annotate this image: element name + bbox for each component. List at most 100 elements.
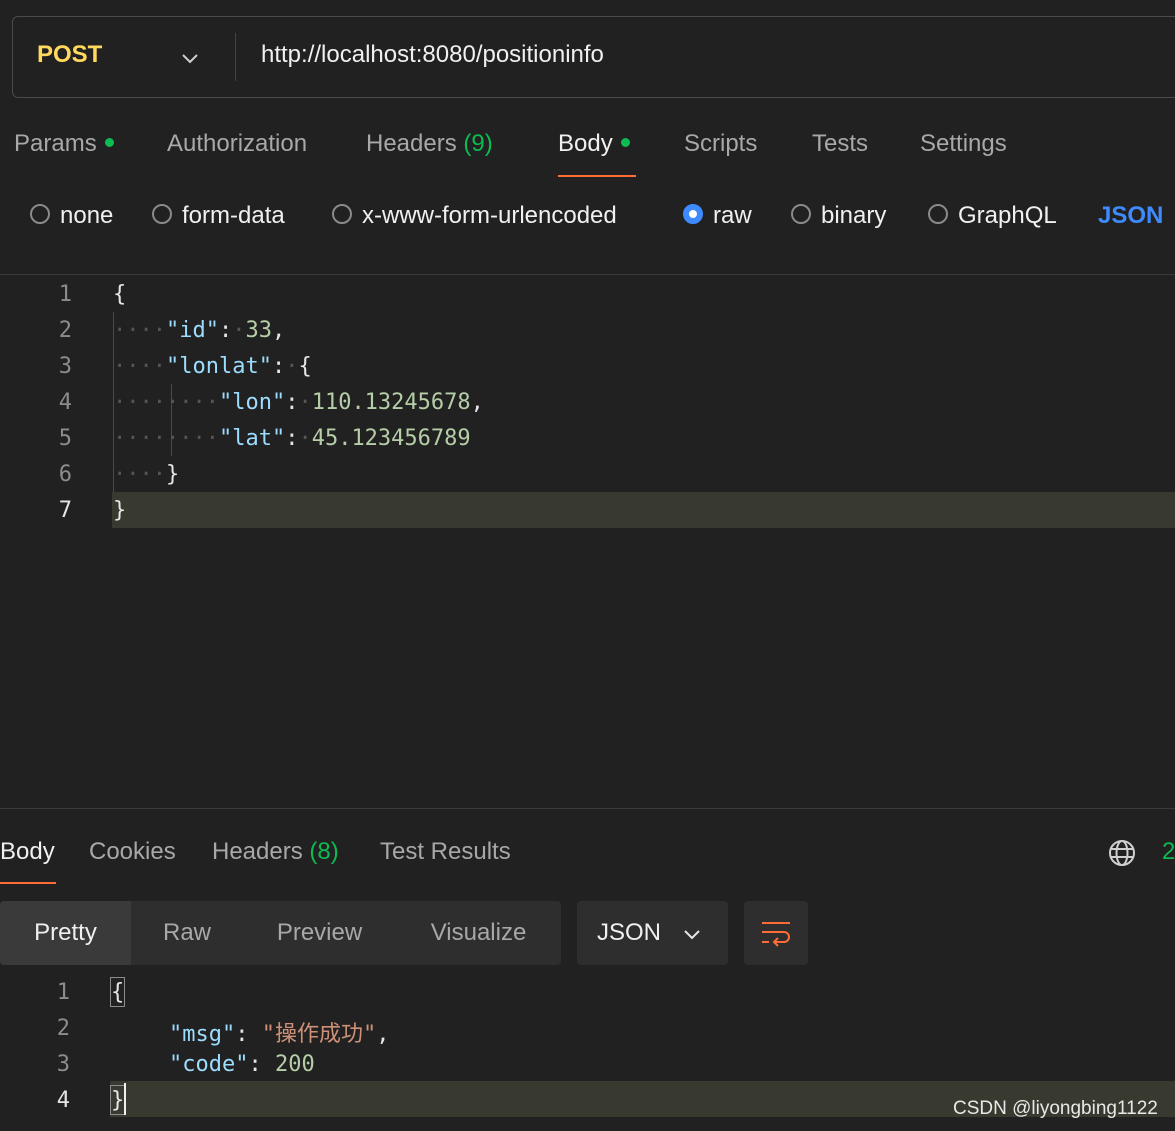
method-select[interactable]: POST xyxy=(37,41,102,69)
active-response-tab-underline xyxy=(0,882,56,884)
code-line-6[interactable]: ····} xyxy=(113,462,179,487)
tab-authorization[interactable]: Authorization xyxy=(167,130,307,158)
chevron-down-icon xyxy=(684,930,700,940)
radio-circle-icon xyxy=(332,203,352,224)
json-number: 45.123456789 xyxy=(311,426,471,451)
code-line-3[interactable]: ····"lonlat":·{ xyxy=(113,354,312,379)
radio-selected-icon xyxy=(683,203,703,224)
wrap-lines-icon xyxy=(762,922,790,947)
headers-count: (9) xyxy=(463,130,493,157)
response-line-3[interactable]: "code": 200 xyxy=(169,1052,315,1077)
active-tab-underline xyxy=(558,175,636,177)
response-tab-headers[interactable]: Headers (8) xyxy=(212,838,339,866)
response-format-label: JSON xyxy=(597,919,662,946)
brace: { xyxy=(113,282,127,307)
line-number: 1 xyxy=(58,282,72,307)
line-number: 4 xyxy=(56,1088,70,1113)
wrap-lines-button[interactable] xyxy=(744,901,808,965)
json-key: "lat" xyxy=(218,426,286,451)
radio-circle-icon xyxy=(791,203,811,224)
tab-params-label: Params xyxy=(14,130,97,157)
radio-binary-label: binary xyxy=(821,202,887,229)
tab-params[interactable]: Params xyxy=(14,130,114,158)
line-number: 3 xyxy=(56,1052,70,1077)
radio-form-data[interactable]: form-data xyxy=(152,202,285,230)
body-indicator-dot xyxy=(620,138,630,148)
tab-settings[interactable]: Settings xyxy=(920,130,1007,158)
code-line-4[interactable]: ········"lon":·110.13245678, xyxy=(113,390,484,415)
response-tab-test-results[interactable]: Test Results xyxy=(380,838,511,866)
tab-body[interactable]: Body xyxy=(558,130,630,158)
response-line-4[interactable]: } xyxy=(111,1088,124,1113)
code-line-1[interactable]: { xyxy=(113,282,126,307)
globe-icon[interactable] xyxy=(1107,838,1137,868)
radio-raw-label: raw xyxy=(713,202,752,229)
chevron-down-icon[interactable] xyxy=(179,47,201,69)
response-line-1[interactable]: { xyxy=(111,980,124,1005)
tab-scripts[interactable]: Scripts xyxy=(684,130,757,158)
json-number: 33 xyxy=(245,318,272,343)
radio-circle-icon xyxy=(30,203,50,224)
view-pretty-button[interactable]: Pretty xyxy=(0,901,131,965)
radio-raw[interactable]: raw xyxy=(683,202,752,230)
radio-graphql-label: GraphQL xyxy=(958,202,1057,229)
json-key: "lon" xyxy=(218,390,286,415)
body-language-select[interactable]: JSON xyxy=(1098,202,1163,230)
response-tab-body[interactable]: Body xyxy=(0,838,55,866)
response-format-select[interactable]: JSON xyxy=(577,901,728,965)
response-headers-label: Headers xyxy=(212,838,303,865)
code-line-5[interactable]: ········"lat":·45.123456789 xyxy=(113,426,471,451)
tab-tests[interactable]: Tests xyxy=(812,130,868,158)
line-number: 4 xyxy=(58,390,72,415)
radio-binary[interactable]: binary xyxy=(791,202,886,230)
radio-none[interactable]: none xyxy=(30,202,113,230)
line-number: 7 xyxy=(58,498,72,523)
code-line-7[interactable]: } xyxy=(113,498,126,523)
pane-divider[interactable] xyxy=(0,808,1175,809)
tab-headers-label: Headers xyxy=(366,130,457,157)
json-key: "code" xyxy=(169,1052,249,1077)
tab-body-label: Body xyxy=(558,130,613,157)
brace: { xyxy=(298,354,312,379)
brace: } xyxy=(165,462,180,487)
radio-circle-icon xyxy=(928,203,948,224)
view-preview-button[interactable]: Preview xyxy=(243,901,396,965)
line-number: 2 xyxy=(56,1016,70,1041)
brace: } xyxy=(113,498,127,523)
json-number: 110.13245678 xyxy=(311,390,471,415)
response-headers-count: (8) xyxy=(309,838,339,865)
radio-urlencoded-label: x-www-form-urlencoded xyxy=(362,202,617,229)
url-separator xyxy=(235,33,236,81)
brace: { xyxy=(111,980,125,1005)
editor-top-divider xyxy=(0,274,1175,275)
response-line-2[interactable]: "msg": "操作成功", xyxy=(169,1016,389,1048)
radio-urlencoded[interactable]: x-www-form-urlencoded xyxy=(332,202,617,230)
radio-graphql[interactable]: GraphQL xyxy=(928,202,1057,230)
line-number: 6 xyxy=(58,462,72,487)
params-indicator-dot xyxy=(104,138,114,148)
json-key: "msg" xyxy=(169,1022,236,1047)
response-tab-cookies[interactable]: Cookies xyxy=(89,838,176,866)
json-key: "id" xyxy=(165,318,219,343)
line-number: 5 xyxy=(58,426,72,451)
watermark: CSDN @liyongbing1122 xyxy=(953,1098,1158,1119)
url-input[interactable]: http://localhost:8080/positioninfo xyxy=(261,41,604,69)
json-key: "lonlat" xyxy=(165,354,272,379)
line-number: 2 xyxy=(58,318,72,343)
current-line-highlight xyxy=(112,492,1175,528)
line-number: 1 xyxy=(56,980,70,1005)
radio-none-label: none xyxy=(60,202,114,229)
radio-form-data-label: form-data xyxy=(182,202,285,229)
text-cursor xyxy=(124,1083,126,1115)
json-string: "操作成功" xyxy=(261,1022,377,1047)
json-number: 200 xyxy=(274,1052,315,1077)
radio-circle-icon xyxy=(152,203,172,224)
brace: } xyxy=(111,1088,125,1113)
status-code-partial: 2 xyxy=(1162,838,1175,865)
line-number: 3 xyxy=(58,354,72,379)
code-line-2[interactable]: ····"id":·33, xyxy=(113,318,285,343)
view-visualize-button[interactable]: Visualize xyxy=(396,901,561,965)
url-bar: POST http://localhost:8080/positioninfo xyxy=(12,16,1175,98)
tab-headers[interactable]: Headers (9) xyxy=(366,130,493,158)
view-raw-button[interactable]: Raw xyxy=(131,901,243,965)
